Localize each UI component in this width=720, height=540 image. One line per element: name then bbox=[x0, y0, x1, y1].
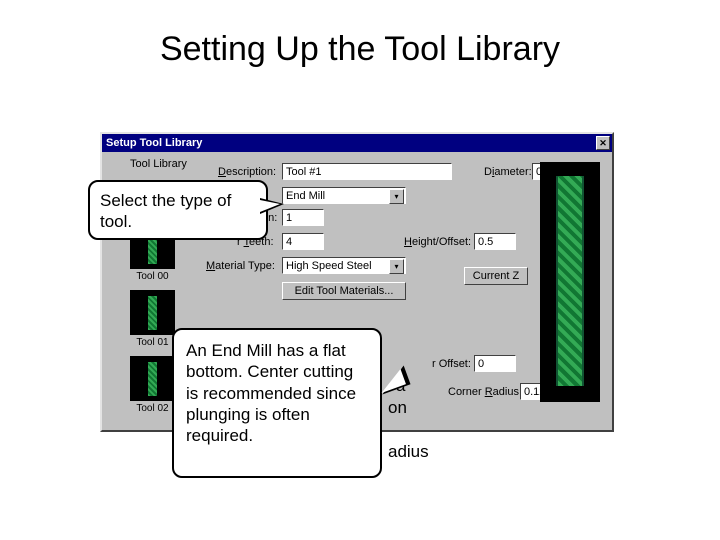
corner-radius-label: Corner Radius: bbox=[448, 386, 522, 398]
height-offset-field[interactable]: 0.5 bbox=[474, 233, 516, 250]
teeth-field[interactable]: 4 bbox=[282, 233, 324, 250]
current-z-button[interactable]: Current Z bbox=[464, 267, 528, 285]
tool-preview bbox=[540, 162, 600, 402]
material-combo[interactable]: High Speed Steel bbox=[282, 257, 406, 274]
fragment-on: on bbox=[388, 398, 407, 418]
callout-select-type: Select the type of tool. bbox=[88, 180, 268, 240]
tool-type-combo[interactable]: End Mill bbox=[282, 187, 406, 204]
r-offset-field[interactable]: 0 bbox=[474, 355, 516, 372]
window-titlebar: Setup Tool Library ✕ bbox=[102, 134, 612, 152]
description-label: Description: bbox=[218, 166, 276, 178]
height-offset-label: Height/Offset: bbox=[404, 236, 471, 248]
callout-end-mill-info: An End Mill has a flat bottom. Center cu… bbox=[172, 328, 382, 478]
station-field[interactable]: 1 bbox=[282, 209, 324, 226]
tool-thumb-01-label: Tool 01 bbox=[130, 337, 175, 348]
r-offset-label: r Offset: bbox=[432, 358, 471, 370]
page-title: Setting Up the Tool Library bbox=[0, 30, 720, 69]
tool-library-label: Tool Library bbox=[130, 158, 187, 170]
fragment-adius: adius bbox=[388, 442, 429, 462]
tool-thumb-00-label: Tool 00 bbox=[130, 271, 175, 282]
tool-thumb-01[interactable]: Tool 01 bbox=[130, 290, 175, 348]
window-title-text: Setup Tool Library bbox=[106, 137, 202, 149]
tool-thumb-02[interactable]: Tool 02 bbox=[130, 356, 175, 414]
edit-tool-materials-button[interactable]: Edit Tool Materials... bbox=[282, 282, 406, 300]
tool-thumb-02-label: Tool 02 bbox=[130, 403, 175, 414]
material-label: Material Type: bbox=[206, 260, 275, 272]
callout-1-tail-fill bbox=[260, 200, 280, 212]
description-field[interactable]: Tool #1 bbox=[282, 163, 452, 180]
tool-preview-bit bbox=[556, 176, 584, 386]
diameter-label: Diameter: bbox=[484, 166, 532, 178]
close-button[interactable]: ✕ bbox=[596, 136, 610, 150]
